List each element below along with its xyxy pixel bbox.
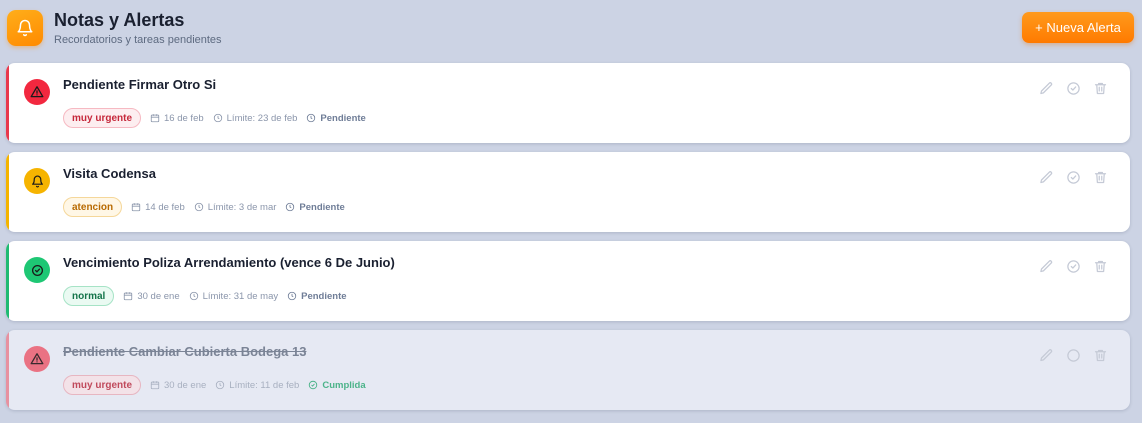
- note-card[interactable]: Pendiente Firmar Otro Si muy urgente 16 …: [6, 63, 1130, 143]
- page-header: Notas y Alertas Recordatorios y tareas p…: [0, 0, 1142, 58]
- clock-icon: [213, 113, 222, 123]
- priority-bar: [6, 241, 9, 321]
- note-title: Visita Codensa: [63, 166, 156, 181]
- deadline-date: Límite: 23 de feb: [213, 113, 297, 124]
- note-actions: [1027, 347, 1108, 363]
- note-meta: atencion 14 de feb Límite: 3 de mar Pend…: [63, 197, 354, 217]
- deadline-date: Límite: 31 de may: [189, 291, 278, 302]
- priority-bar: [6, 63, 9, 143]
- bell-icon: [7, 10, 43, 46]
- complete-icon[interactable]: [1065, 169, 1081, 185]
- trash-icon[interactable]: [1092, 347, 1108, 363]
- edit-icon[interactable]: [1038, 80, 1054, 96]
- deadline-date: Límite: 3 de mar: [194, 202, 276, 213]
- warning-icon: [24, 79, 50, 105]
- reopen-circle-icon[interactable]: [1065, 347, 1081, 363]
- note-card[interactable]: Pendiente Cambiar Cubierta Bodega 13 muy…: [6, 330, 1130, 410]
- priority-bar: [6, 330, 9, 410]
- created-date: 30 de ene: [123, 291, 180, 302]
- status-badge: Pendiente: [287, 291, 347, 302]
- edit-icon[interactable]: [1038, 347, 1054, 363]
- clock-icon: [286, 202, 295, 212]
- clock-icon: [194, 202, 203, 212]
- calendar-icon: [124, 292, 133, 301]
- note-actions: [1027, 80, 1108, 96]
- trash-icon[interactable]: [1092, 80, 1108, 96]
- created-date: 30 de ene: [150, 380, 206, 391]
- note-actions: [1027, 258, 1108, 274]
- note-meta: muy urgente 30 de ene Límite: 11 de feb …: [63, 375, 375, 395]
- new-alert-button[interactable]: + Nueva Alerta: [1022, 12, 1134, 43]
- note-card[interactable]: Visita Codensa atencion 14 de feb Límite…: [6, 152, 1130, 232]
- complete-icon[interactable]: [1065, 80, 1081, 96]
- note-actions: [1027, 169, 1108, 185]
- clock-icon: [216, 380, 225, 390]
- clock-icon: [189, 291, 198, 301]
- edit-icon[interactable]: [1038, 258, 1054, 274]
- check-circle-icon: [309, 380, 318, 390]
- note-card[interactable]: Vencimiento Poliza Arrendamiento (vence …: [6, 241, 1130, 321]
- note-title: Pendiente Firmar Otro Si: [63, 77, 217, 92]
- edit-icon[interactable]: [1038, 169, 1054, 185]
- check-circle-icon: [24, 257, 50, 283]
- calendar-icon: [150, 381, 160, 390]
- note-meta: normal 30 de ene Límite: 31 de may Pendi…: [63, 286, 356, 306]
- warning-icon: [24, 346, 50, 372]
- deadline-date: Límite: 11 de feb: [215, 380, 299, 391]
- status-badge: Pendiente: [306, 113, 366, 124]
- priority-badge: muy urgente: [63, 375, 142, 395]
- calendar-icon: [131, 203, 141, 212]
- clock-icon: [307, 113, 316, 123]
- clock-icon: [287, 291, 297, 301]
- priority-badge: normal: [63, 286, 115, 306]
- note-title: Pendiente Cambiar Cubierta Bodega 13: [63, 344, 307, 359]
- page-subtitle: Recordatorios y tareas pendientes: [54, 34, 222, 46]
- complete-icon[interactable]: [1065, 258, 1081, 274]
- created-date: 16 de feb: [150, 113, 204, 124]
- created-date: 14 de feb: [131, 202, 185, 213]
- note-meta: muy urgente 16 de feb Límite: 23 de feb …: [63, 108, 375, 128]
- bell-icon: [24, 168, 50, 194]
- priority-bar: [6, 152, 9, 232]
- note-title: Vencimiento Poliza Arrendamiento (vence …: [63, 255, 395, 270]
- status-badge: Cumplida: [308, 380, 366, 391]
- status-badge: Pendiente: [285, 202, 345, 213]
- priority-badge: muy urgente: [63, 108, 142, 128]
- trash-icon[interactable]: [1092, 258, 1108, 274]
- page-title: Notas y Alertas: [54, 10, 185, 30]
- priority-badge: atencion: [63, 197, 123, 217]
- calendar-icon: [150, 114, 160, 123]
- trash-icon[interactable]: [1092, 169, 1108, 185]
